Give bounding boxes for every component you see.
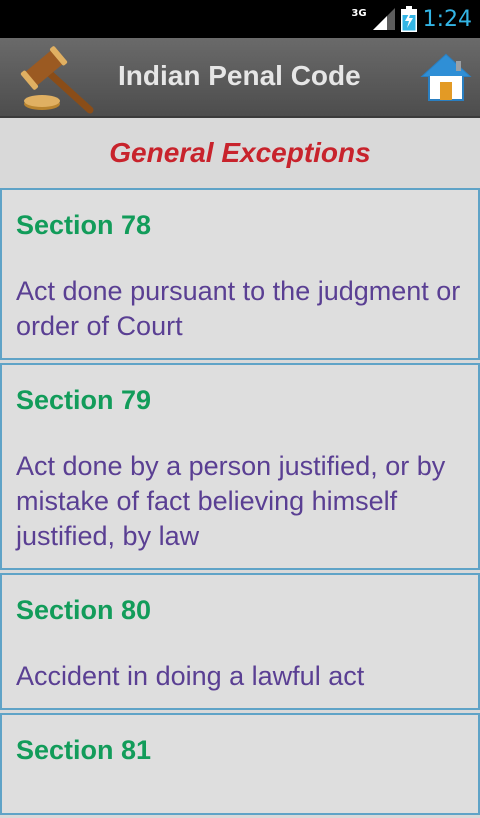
- section-description: Act done by a person justified, or by mi…: [16, 451, 446, 551]
- battery-charging-icon: [400, 6, 417, 32]
- page-title: General Exceptions: [109, 137, 371, 168]
- status-bar: 3G 1:24: [0, 0, 480, 38]
- app-title: Indian Penal Code: [118, 60, 361, 91]
- list-item[interactable]: Section 80 Accident in doing a lawful ac…: [0, 573, 480, 710]
- list-item[interactable]: Section 79 Act done by a person justifie…: [0, 363, 480, 570]
- home-icon[interactable]: [420, 52, 472, 104]
- gavel-icon: [20, 46, 94, 114]
- status-icons: 3G 1:24: [351, 0, 472, 38]
- network-type-label: 3G: [351, 7, 367, 19]
- section-description: Accident in doing a lawful act: [16, 661, 365, 691]
- section-number: Section 81: [16, 735, 152, 765]
- list-item[interactable]: Section 78 Act done pursuant to the judg…: [0, 188, 480, 360]
- signal-icon: [372, 8, 395, 30]
- clock: 1:24: [422, 6, 472, 32]
- action-bar: Indian Penal Code: [0, 38, 480, 118]
- section-description: Act done pursuant to the judgment or ord…: [16, 276, 461, 341]
- section-number: Section 80: [16, 595, 152, 625]
- section-number: Section 78: [16, 210, 152, 240]
- page-header: General Exceptions: [0, 118, 480, 188]
- section-number: Section 79: [16, 385, 152, 415]
- section-list: Section 78 Act done pursuant to the judg…: [0, 188, 480, 818]
